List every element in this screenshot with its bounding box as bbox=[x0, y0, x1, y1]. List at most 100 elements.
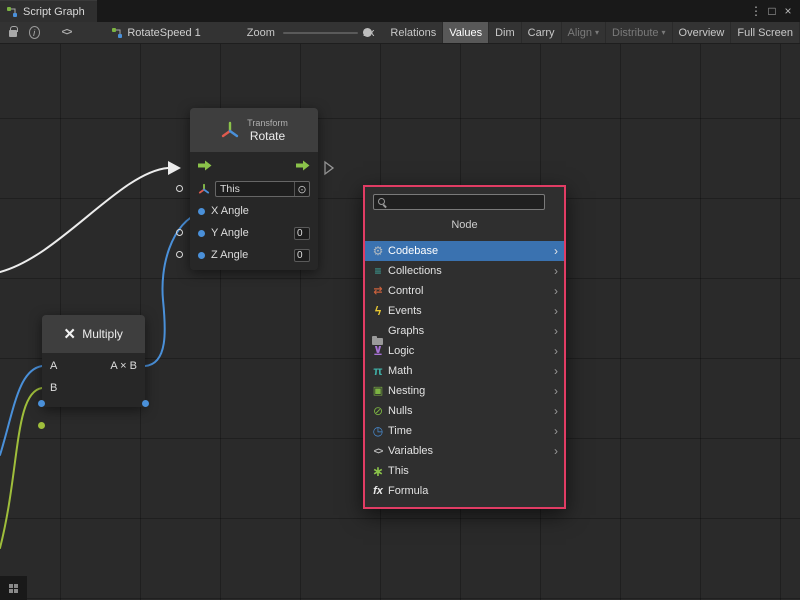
rotate-node-body: This ⊙ X Angle Y Angle Z An bbox=[190, 152, 318, 270]
menu-item-label: Graphs bbox=[388, 325, 554, 337]
events-icon: ϟ bbox=[370, 303, 386, 319]
chevron-down-icon: ▾ bbox=[662, 28, 666, 37]
multiply-node-header[interactable]: × Multiply bbox=[42, 315, 145, 353]
wire-white-flow[interactable] bbox=[0, 168, 168, 272]
multiply-node-title: Multiply bbox=[82, 327, 123, 341]
nesting-icon: ▣ bbox=[370, 383, 386, 399]
this-dropdown-value: This bbox=[216, 183, 294, 195]
transform-mini-icon bbox=[198, 183, 210, 195]
search-icon bbox=[376, 196, 388, 208]
window-menu-icon[interactable]: ⋮ bbox=[748, 0, 764, 22]
chevron-right-icon: › bbox=[554, 444, 558, 458]
menu-item-codebase[interactable]: ⚙ Codebase › bbox=[365, 241, 564, 261]
breadcrumb[interactable]: RotateSpeed 1 bbox=[111, 27, 200, 39]
flow-input-port[interactable] bbox=[198, 160, 212, 171]
menu-item-collections[interactable]: ≡ Collections › bbox=[365, 261, 564, 281]
flow-output-port[interactable] bbox=[296, 160, 310, 171]
graph-toolbar: i <> RotateSpeed 1 Zoom 1x Relations Val… bbox=[0, 22, 800, 44]
z-angle-port[interactable] bbox=[176, 251, 183, 258]
y-angle-label: Y Angle bbox=[211, 227, 249, 239]
zoom-slider-track bbox=[283, 32, 358, 34]
info-icon[interactable]: i bbox=[29, 26, 40, 39]
tab-title: Script Graph bbox=[23, 6, 85, 18]
fuzzy-finder: Node ⚙ Codebase › ≡ Collections › ⇄ Cont… bbox=[363, 185, 566, 509]
values-button[interactable]: Values bbox=[443, 22, 489, 44]
search-input[interactable] bbox=[388, 196, 542, 208]
window-maximize-icon[interactable]: □ bbox=[764, 0, 780, 22]
distribute-button[interactable]: Distribute ▾ bbox=[606, 22, 672, 44]
transform-icon bbox=[220, 120, 240, 140]
flow-output-marker-icon bbox=[325, 162, 333, 174]
distribute-button-label: Distribute bbox=[612, 27, 658, 39]
chevron-right-icon: › bbox=[554, 384, 558, 398]
overview-button[interactable]: Overview bbox=[673, 22, 732, 44]
y-angle-port[interactable] bbox=[176, 229, 183, 236]
dim-button[interactable]: Dim bbox=[489, 22, 522, 44]
menu-item-time[interactable]: ◷ Time › bbox=[365, 421, 564, 441]
menu-item-graphs[interactable]: Graphs › bbox=[365, 321, 564, 341]
multiply-b-row: B bbox=[42, 377, 145, 399]
menu-item-label: Time bbox=[388, 425, 554, 437]
menu-item-label: Variables bbox=[388, 445, 554, 457]
rotate-node-title: Rotate bbox=[247, 129, 288, 143]
chevron-right-icon: › bbox=[554, 324, 558, 338]
rotate-node-category: Transform bbox=[247, 118, 288, 129]
carry-button[interactable]: Carry bbox=[522, 22, 562, 44]
tab-script-graph[interactable]: Script Graph bbox=[0, 0, 97, 22]
menu-item-events[interactable]: ϟ Events › bbox=[365, 301, 564, 321]
window-close-icon[interactable]: × bbox=[780, 0, 796, 22]
menu-item-this[interactable]: ∗ This bbox=[365, 461, 564, 481]
menu-item-nesting[interactable]: ▣ Nesting › bbox=[365, 381, 564, 401]
z-angle-input[interactable] bbox=[294, 249, 310, 262]
zoom-slider[interactable] bbox=[283, 22, 358, 44]
y-angle-input[interactable] bbox=[294, 227, 310, 240]
script-graph-icon bbox=[111, 27, 123, 39]
zoom-slider-knob[interactable] bbox=[363, 28, 372, 37]
menu-item-control[interactable]: ⇄ Control › bbox=[365, 281, 564, 301]
x-angle-label: X Angle bbox=[211, 205, 249, 217]
chevron-down-icon: ▾ bbox=[595, 28, 599, 37]
rotate-node[interactable]: Transform Rotate bbox=[190, 108, 318, 270]
menu-item-logic[interactable]: ⊻ Logic › bbox=[365, 341, 564, 361]
menu-item-math[interactable]: π Math › bbox=[365, 361, 564, 381]
fullscreen-button[interactable]: Full Screen bbox=[731, 22, 800, 44]
collections-icon: ≡ bbox=[370, 263, 386, 279]
x-angle-port[interactable] bbox=[198, 208, 205, 215]
wire-blue-into-a[interactable] bbox=[0, 366, 42, 455]
multiply-a-port[interactable] bbox=[38, 400, 45, 407]
window-controls: ⋮ □ × bbox=[748, 0, 800, 22]
graph-canvas[interactable]: Transform Rotate bbox=[0, 44, 800, 600]
multiply-node[interactable]: × Multiply A A × B B bbox=[42, 315, 145, 407]
multiply-output-port[interactable] bbox=[142, 400, 149, 407]
flow-port-row bbox=[190, 152, 318, 178]
multiply-b-label: B bbox=[50, 382, 57, 394]
multiply-a-label: A bbox=[50, 360, 57, 372]
logic-icon: ⊻ bbox=[370, 343, 386, 359]
align-button[interactable]: Align ▾ bbox=[562, 22, 606, 44]
rotate-node-header[interactable]: Transform Rotate bbox=[190, 108, 318, 152]
menu-item-nulls[interactable]: ⊘ Nulls › bbox=[365, 401, 564, 421]
z-angle-port-row: Z Angle bbox=[190, 244, 318, 266]
chevron-right-icon: › bbox=[554, 264, 558, 278]
this-port[interactable] bbox=[176, 185, 183, 192]
finder-search[interactable] bbox=[373, 194, 545, 210]
window-tab-bar: Script Graph ⋮ □ × bbox=[0, 0, 800, 22]
menu-item-label: Nulls bbox=[388, 405, 554, 417]
zoom-label: Zoom bbox=[247, 27, 275, 39]
menu-item-label: Control bbox=[388, 285, 554, 297]
x-angle-port-row: X Angle bbox=[190, 200, 318, 222]
corner-panel-tab[interactable] bbox=[0, 576, 27, 600]
object-picker-icon[interactable]: ⊙ bbox=[294, 182, 309, 196]
relations-button[interactable]: Relations bbox=[384, 22, 443, 44]
lock-icon[interactable] bbox=[9, 30, 17, 37]
menu-item-formula[interactable]: fx Formula bbox=[365, 481, 564, 501]
code-toggle-icon[interactable]: <> bbox=[62, 27, 72, 38]
wire-arrowhead-icon bbox=[168, 161, 181, 175]
chevron-right-icon: › bbox=[554, 404, 558, 418]
this-dropdown[interactable]: This ⊙ bbox=[215, 181, 310, 197]
menu-item-variables[interactable]: <> Variables › bbox=[365, 441, 564, 461]
multiply-b-port[interactable] bbox=[38, 422, 45, 429]
wire-green-into-b[interactable] bbox=[0, 388, 42, 548]
chevron-right-icon: › bbox=[554, 244, 558, 258]
menu-item-label: Events bbox=[388, 305, 554, 317]
